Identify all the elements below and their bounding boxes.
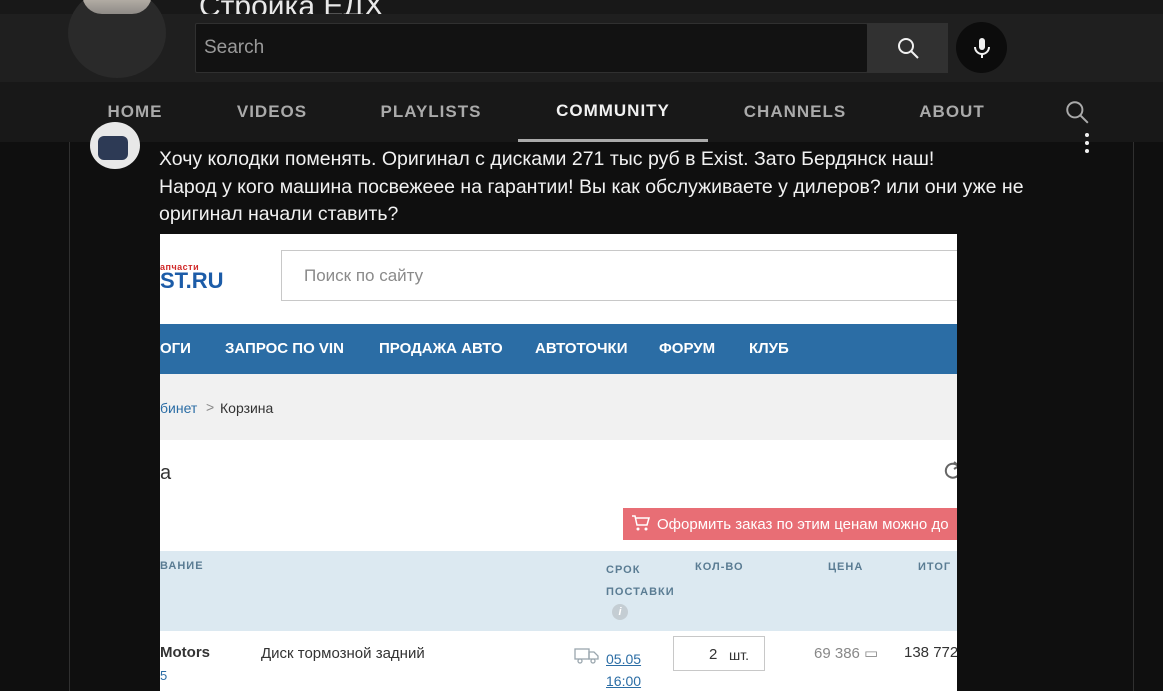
post-text-line: Народ у кого машина посвежеее на гаранти… xyxy=(159,175,1024,198)
post-text-line: Хочу колодки поменять. Оригинал с дискам… xyxy=(159,148,935,170)
quantity-unit: шт. xyxy=(729,647,749,663)
quantity-field: 2 шт. xyxy=(673,636,765,671)
truck-icon xyxy=(574,648,599,664)
exist-page-heading: а xyxy=(160,462,172,484)
exist-nav-item: КЛУБ xyxy=(749,340,789,357)
breadcrumb-item: бинет xyxy=(160,400,198,416)
exist-nav-item: ОГИ xyxy=(160,340,191,357)
row-brand-sub: 5 xyxy=(160,668,168,683)
exist-nav-item: АВТОТОЧКИ xyxy=(535,340,628,357)
tab-channels[interactable]: CHANNELS xyxy=(735,82,855,142)
tab-videos[interactable]: VIDEOS xyxy=(226,82,318,142)
breadcrumb-item: Корзина xyxy=(220,400,274,416)
info-icon: i xyxy=(612,604,628,620)
row-price: 69 386 ▭ xyxy=(814,645,879,662)
cart-icon xyxy=(632,515,650,531)
column-header-delivery: СРОК xyxy=(606,564,641,576)
quantity-value: 2 xyxy=(709,646,718,663)
row-delivery-date: 05.05 16:00 xyxy=(606,648,641,691)
cart-table-header: ВАНИЕ СРОК ПОСТАВКИ КОЛ-ВО ЦЕНА ИТОГ xyxy=(160,551,957,631)
column-header-price: ЦЕНА xyxy=(828,561,864,573)
channel-header: Стройка ЕДХ xyxy=(0,0,1163,14)
delivery-date: 05.05 xyxy=(606,651,642,667)
exist-breadcrumb: бинет > Корзина xyxy=(160,374,957,440)
site-search-placeholder: Поиск по сайту xyxy=(304,266,424,285)
channel-tabs: HOME VIDEOS PLAYLISTS COMMUNITY CHANNELS… xyxy=(0,82,1163,142)
tab-about[interactable]: ABOUT xyxy=(910,82,994,142)
delivery-time: 16:00 xyxy=(606,673,642,689)
column-header-qty: КОЛ-ВО xyxy=(695,561,744,573)
order-deadline-banner: Оформить заказ по этим ценам можно до xyxy=(623,508,957,540)
order-banner-text: Оформить заказ по этим ценам можно до xyxy=(657,516,949,533)
channel-search-icon[interactable] xyxy=(1064,99,1090,125)
channel-title: Стройка ЕДХ xyxy=(199,0,384,14)
row-total: 138 772 xyxy=(904,644,957,661)
more-options-icon[interactable] xyxy=(1079,133,1095,157)
masthead xyxy=(0,14,1163,82)
column-header-delivery: ПОСТАВКИ xyxy=(606,586,675,598)
column-header-name: ВАНИЕ xyxy=(160,560,204,572)
exist-nav-bar: ОГИ ЗАПРОС ПО VIN ПРОДАЖА АВТО АВТОТОЧКИ… xyxy=(160,324,957,374)
exist-nav-item: ЗАПРОС ПО VIN xyxy=(225,340,344,357)
post-author-avatar[interactable] xyxy=(90,122,140,169)
tab-community[interactable]: COMMUNITY xyxy=(518,82,708,142)
exist-logo: ST.RU xyxy=(160,268,224,293)
refresh-icon xyxy=(944,461,957,479)
search-box[interactable] xyxy=(195,23,868,73)
search-button[interactable] xyxy=(867,23,948,73)
exist-nav-item: ФОРУМ xyxy=(659,340,716,357)
post-image[interactable]: апчасти ST.RU Поиск по сайту ОГИ ЗАПРОС … xyxy=(160,234,957,691)
post-text: Хочу колодки поменять. Оригинал с дискам… xyxy=(159,146,1079,229)
exist-nav-item: ПРОДАЖА АВТО xyxy=(379,340,503,357)
voice-search-button[interactable] xyxy=(956,22,1007,73)
microphone-icon xyxy=(973,37,990,58)
column-header-total: ИТОГ xyxy=(918,561,952,573)
site-search-field: Поиск по сайту xyxy=(281,250,957,301)
row-description: Диск тормозной задний xyxy=(261,645,425,662)
search-input[interactable] xyxy=(196,24,867,72)
search-icon xyxy=(897,38,919,59)
row-brand: Motors xyxy=(160,644,210,661)
breadcrumb-separator: > xyxy=(206,399,215,415)
post-text-line: оригинал начали ставить? xyxy=(159,203,399,225)
tab-playlists[interactable]: PLAYLISTS xyxy=(370,82,492,142)
